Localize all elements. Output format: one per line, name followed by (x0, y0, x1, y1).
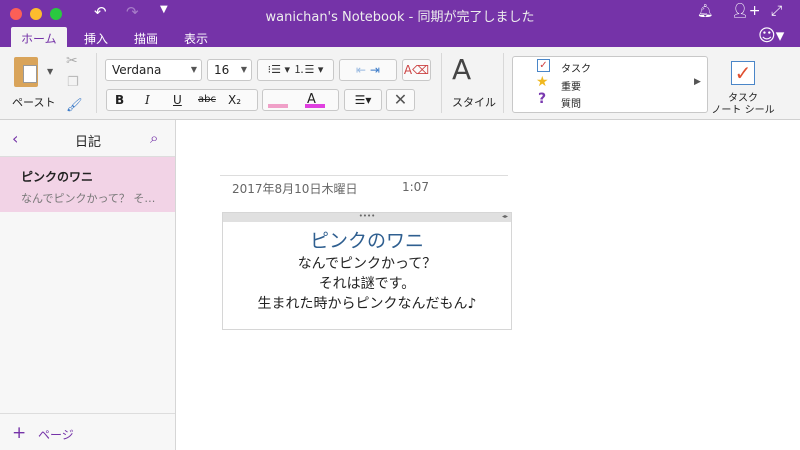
task-note-tag-button[interactable]: タスク ノート シール (705, 93, 781, 117)
note-heading[interactable]: ピンクのワニ (223, 228, 511, 254)
tag-task[interactable]: タスク (561, 60, 591, 75)
format-painter-icon[interactable]: 🖌︎ (66, 98, 83, 113)
tab-view[interactable]: 表示 (174, 27, 218, 47)
expand-gallery-icon[interactable]: ▶ (694, 77, 701, 87)
copy-icon[interactable]: ❐ (67, 75, 79, 90)
note-line[interactable]: なんでピンクかって？ (223, 254, 511, 274)
star-icon: ★ (536, 74, 549, 90)
add-person-icon[interactable]: 👤︎+ (731, 3, 761, 19)
italic-button[interactable]: I (145, 90, 150, 110)
page-time: 1:07 (402, 180, 429, 194)
paste-icon[interactable] (14, 57, 38, 87)
question-icon: ? (538, 91, 547, 107)
tags-gallery: ✓ タスク ★ 重要 ? 質問 ▶ (512, 56, 708, 113)
note-drag-handle[interactable]: •••• ◂▸ (223, 213, 511, 222)
font-size-select[interactable]: 16 ▼ (207, 59, 252, 81)
page-date: 2017年8月10日木曜日 (232, 182, 358, 196)
resize-arrows-icon[interactable]: ◂▸ (502, 214, 508, 220)
tab-home[interactable]: ホーム (11, 27, 67, 47)
page-item-preview: なんでピンクかって？ そ… (21, 192, 156, 205)
delete-button[interactable]: ✕ (386, 89, 415, 111)
font-color-swatch (305, 104, 325, 108)
fullscreen-icon[interactable]: ⤢ (771, 3, 782, 19)
task-checkbox-icon[interactable]: ✓ (731, 61, 755, 85)
bell-icon[interactable]: 🔔︎ (697, 4, 714, 19)
format-buttons: B I U abc X₂ (106, 89, 258, 111)
checkbox-icon: ✓ (537, 59, 550, 72)
indent-icon[interactable]: ⇥ (370, 63, 380, 77)
note-line[interactable]: それは謎です。 (223, 274, 511, 294)
outdent-icon[interactable]: ⇤ (356, 63, 366, 77)
page-list-panel: ‹ 日記 ⌕ ピンクのワニ なんでピンクかって？ そ… + ページ (0, 120, 176, 450)
search-icon[interactable]: ⌕ (150, 129, 158, 147)
tag-question[interactable]: 質問 (561, 95, 581, 110)
paste-label[interactable]: ペースト (12, 94, 55, 110)
tag-important[interactable]: 重要 (561, 78, 581, 93)
clear-formatting-button[interactable]: A⌫ (402, 59, 431, 81)
indent-buttons[interactable]: ⇤ ⇥ (339, 59, 397, 81)
page-item-title: ピンクのワニ (21, 170, 94, 184)
paste-dropdown-icon[interactable]: ▼ (47, 67, 53, 76)
task-note-tag-label-2: ノート シール (711, 105, 775, 116)
styles-icon[interactable]: A (452, 53, 471, 86)
tab-insert[interactable]: 挿入 (74, 27, 118, 47)
note-container[interactable]: •••• ◂▸ ピンクのワニ なんでピンクかって？ それは謎です。 生まれた時から… (222, 212, 512, 330)
styles-label[interactable]: スタイル (452, 94, 496, 110)
page-item-selected[interactable]: ピンクのワニ なんでピンクかって？ そ… (0, 157, 175, 212)
font-select[interactable]: Verdana ▼ (105, 59, 202, 81)
task-note-tag-label: タスク (728, 93, 758, 104)
numbered-list-icon[interactable]: ⒈☰ ▾ (294, 63, 324, 76)
window-title: wanichan's Notebook - 同期が完了しました (265, 10, 535, 25)
bold-button[interactable]: B (115, 90, 124, 110)
font-value: Verdana (112, 63, 162, 77)
highlight-color-icon[interactable] (268, 104, 288, 108)
title-underline (220, 175, 508, 176)
add-page-icon[interactable]: + (12, 423, 26, 443)
add-page-button[interactable]: ページ (38, 426, 74, 443)
underline-button[interactable]: U (173, 90, 182, 110)
bullet-list-icon[interactable]: ⁝☰ ▾ (268, 63, 290, 76)
list-buttons[interactable]: ⁝☰ ▾ ⒈☰ ▾ (257, 59, 334, 81)
ribbon: ▼ ペースト ✂ ❐ 🖌︎ Verdana ▼ 16 ▼ ⁝☰ ▾ ⒈☰ ▾ ⇤ ⇥… (0, 47, 800, 120)
color-buttons: A (262, 89, 339, 111)
align-button[interactable]: ☰▾ (344, 89, 382, 111)
tab-draw[interactable]: 描画 (124, 27, 168, 47)
subscript-button[interactable]: X₂ (228, 90, 241, 110)
smiley-feedback-icon[interactable]: ☺︎▾ (758, 26, 784, 46)
cut-icon[interactable]: ✂ (66, 53, 78, 69)
strikethrough-button[interactable]: abc (198, 90, 216, 110)
note-line[interactable]: 生まれた時からピンクなんだもん♪ (223, 294, 511, 314)
font-size-value: 16 (214, 63, 230, 77)
title-bar: ↶ ↷ ▼ wanichan's Notebook - 同期が完了しました 🔔︎… (0, 0, 800, 47)
